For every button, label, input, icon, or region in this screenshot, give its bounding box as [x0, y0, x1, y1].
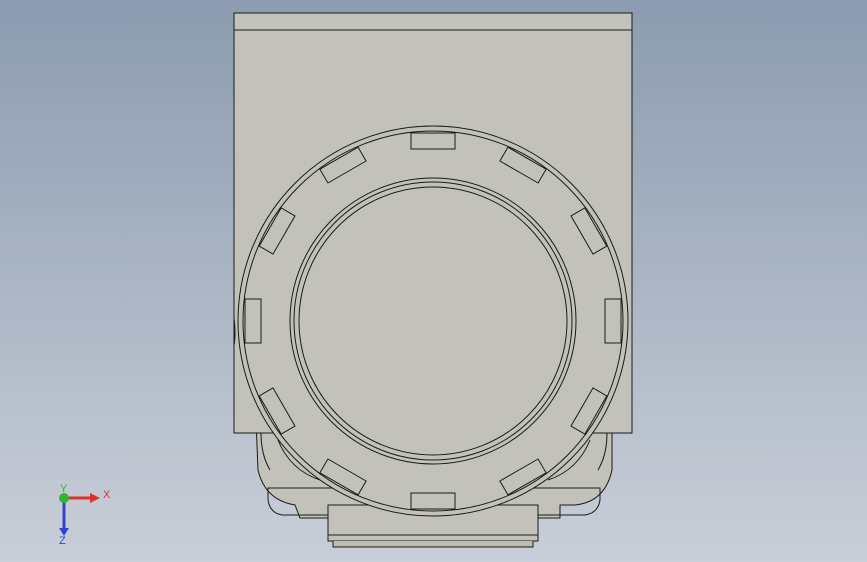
flange-notch [244, 298, 262, 344]
part-model[interactable] [0, 0, 867, 562]
axis-triad[interactable]: X Y Z [48, 484, 118, 546]
flange-notch [410, 132, 456, 150]
x-axis-arrow-icon [90, 493, 100, 503]
z-axis-label: Z [59, 535, 66, 546]
graphics-viewport[interactable]: X Y Z [0, 0, 867, 562]
x-axis-label: X [103, 489, 111, 501]
left-side-lug [233, 317, 236, 346]
inner-cover[interactable] [289, 177, 577, 465]
flange-notch [410, 492, 456, 510]
flange-notch [604, 298, 622, 344]
y-axis-label: Y [60, 484, 68, 495]
